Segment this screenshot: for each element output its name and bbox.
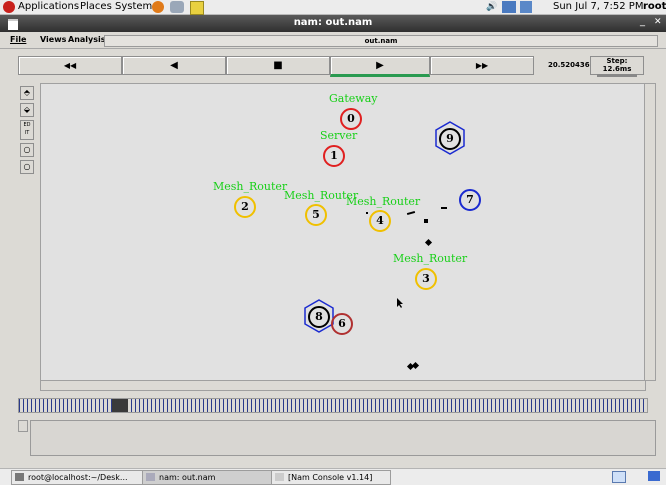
menu-analysis[interactable]: Analysis	[68, 35, 106, 44]
show-desktop-icon[interactable]	[612, 471, 626, 483]
panel-resize-handle[interactable]	[18, 420, 28, 432]
packet-marker	[411, 361, 420, 370]
timeline-thumb[interactable]	[112, 399, 128, 412]
packet-marker	[366, 212, 368, 214]
node-1[interactable]: 1	[323, 145, 345, 167]
mouse-cursor-icon	[397, 298, 403, 308]
node-label: Mesh_Router	[393, 252, 468, 265]
packet-marker	[424, 238, 433, 247]
step-label: Step: 12.6ms	[602, 57, 632, 73]
menu-places[interactable]: Places	[80, 1, 112, 12]
minimize-icon[interactable]: _	[640, 16, 645, 27]
menu-file[interactable]: File	[10, 35, 26, 44]
timeline-slider[interactable]	[18, 398, 648, 413]
node-6[interactable]: 6	[331, 313, 353, 335]
terminal-icon	[15, 473, 24, 481]
vertical-scrollbar[interactable]	[644, 83, 656, 381]
play-button[interactable]: ▶	[330, 56, 430, 77]
fast-forward-button[interactable]: ▶▶	[430, 56, 534, 75]
menu-system[interactable]: System	[115, 1, 152, 12]
mail-launcher-icon[interactable]	[170, 1, 184, 13]
task-label: root@localhost:~/Desk...	[28, 473, 128, 482]
node-5[interactable]: 5	[305, 204, 327, 226]
node-0[interactable]: 0	[340, 108, 362, 130]
node-2[interactable]: 2	[234, 196, 256, 218]
packet-marker	[406, 210, 416, 216]
user-name[interactable]: root	[643, 1, 666, 12]
node-label: Server	[320, 129, 358, 142]
task-terminal[interactable]: root@localhost:~/Desk...	[11, 470, 157, 485]
node-label: Mesh_Router	[213, 180, 288, 193]
zoom-out-icon[interactable]: ⬙	[20, 103, 34, 117]
step-control[interactable]: Step: 12.6ms	[590, 56, 644, 77]
task-label: nam: out.nam	[159, 473, 216, 482]
node-label: Gateway	[329, 92, 378, 105]
node-7[interactable]: 7	[459, 189, 481, 211]
packet-marker	[441, 207, 447, 209]
volume-icon[interactable]: 🔊	[486, 2, 497, 12]
node-9[interactable]: 9	[439, 128, 461, 150]
task-nam[interactable]: nam: out.nam	[142, 470, 278, 485]
top-panel: Applications Places System 🔊 Sun Jul 7, …	[0, 0, 666, 15]
packet-marker	[424, 219, 428, 223]
node-label: Mesh_Router	[346, 195, 421, 208]
horizontal-scrollbar[interactable]	[40, 380, 646, 391]
edit-tool-icon[interactable]: ED IT	[20, 120, 34, 140]
network-canvas[interactable]: Gateway Server Mesh_Router Mesh_Router M…	[40, 83, 646, 381]
rewind-button[interactable]: ◀◀	[18, 56, 122, 75]
close-icon[interactable]: ✕	[654, 17, 662, 27]
menu-views[interactable]: Views	[40, 35, 66, 44]
window-titlebar[interactable]: nam: out.nam _ ✕	[0, 15, 666, 32]
zoom-in-icon[interactable]: ⬘	[20, 86, 34, 100]
annotation-panel[interactable]	[30, 420, 656, 456]
task-nam-console[interactable]: [Nam Console v1.14]	[271, 470, 391, 485]
window-title: nam: out.nam	[293, 17, 373, 28]
workspace-switcher-icon[interactable]	[648, 471, 660, 481]
network-icon[interactable]	[502, 1, 516, 13]
stop-button[interactable]: ■	[226, 56, 330, 75]
time-readout: 20.520436	[548, 61, 590, 69]
firefox-launcher-icon[interactable]	[152, 1, 164, 13]
clock[interactable]: Sun Jul 7, 7:52 PM	[553, 1, 643, 12]
monitor-tool-icon[interactable]: ○	[20, 143, 34, 157]
file-name-display: out.nam	[104, 35, 658, 47]
menu-applications[interactable]: Applications	[18, 1, 79, 12]
update-icon[interactable]	[520, 1, 532, 13]
window-icon	[275, 473, 284, 481]
window-icon	[146, 473, 155, 481]
editor-launcher-icon[interactable]	[190, 1, 204, 15]
step-slider[interactable]	[597, 74, 637, 77]
select-tool-icon[interactable]: ○	[20, 160, 34, 174]
distro-logo-icon[interactable]	[3, 1, 15, 13]
node-3[interactable]: 3	[415, 268, 437, 290]
node-8[interactable]: 8	[308, 306, 330, 328]
node-4[interactable]: 4	[369, 210, 391, 232]
step-back-button[interactable]: ◀	[122, 56, 226, 75]
task-label: [Nam Console v1.14]	[288, 473, 373, 482]
